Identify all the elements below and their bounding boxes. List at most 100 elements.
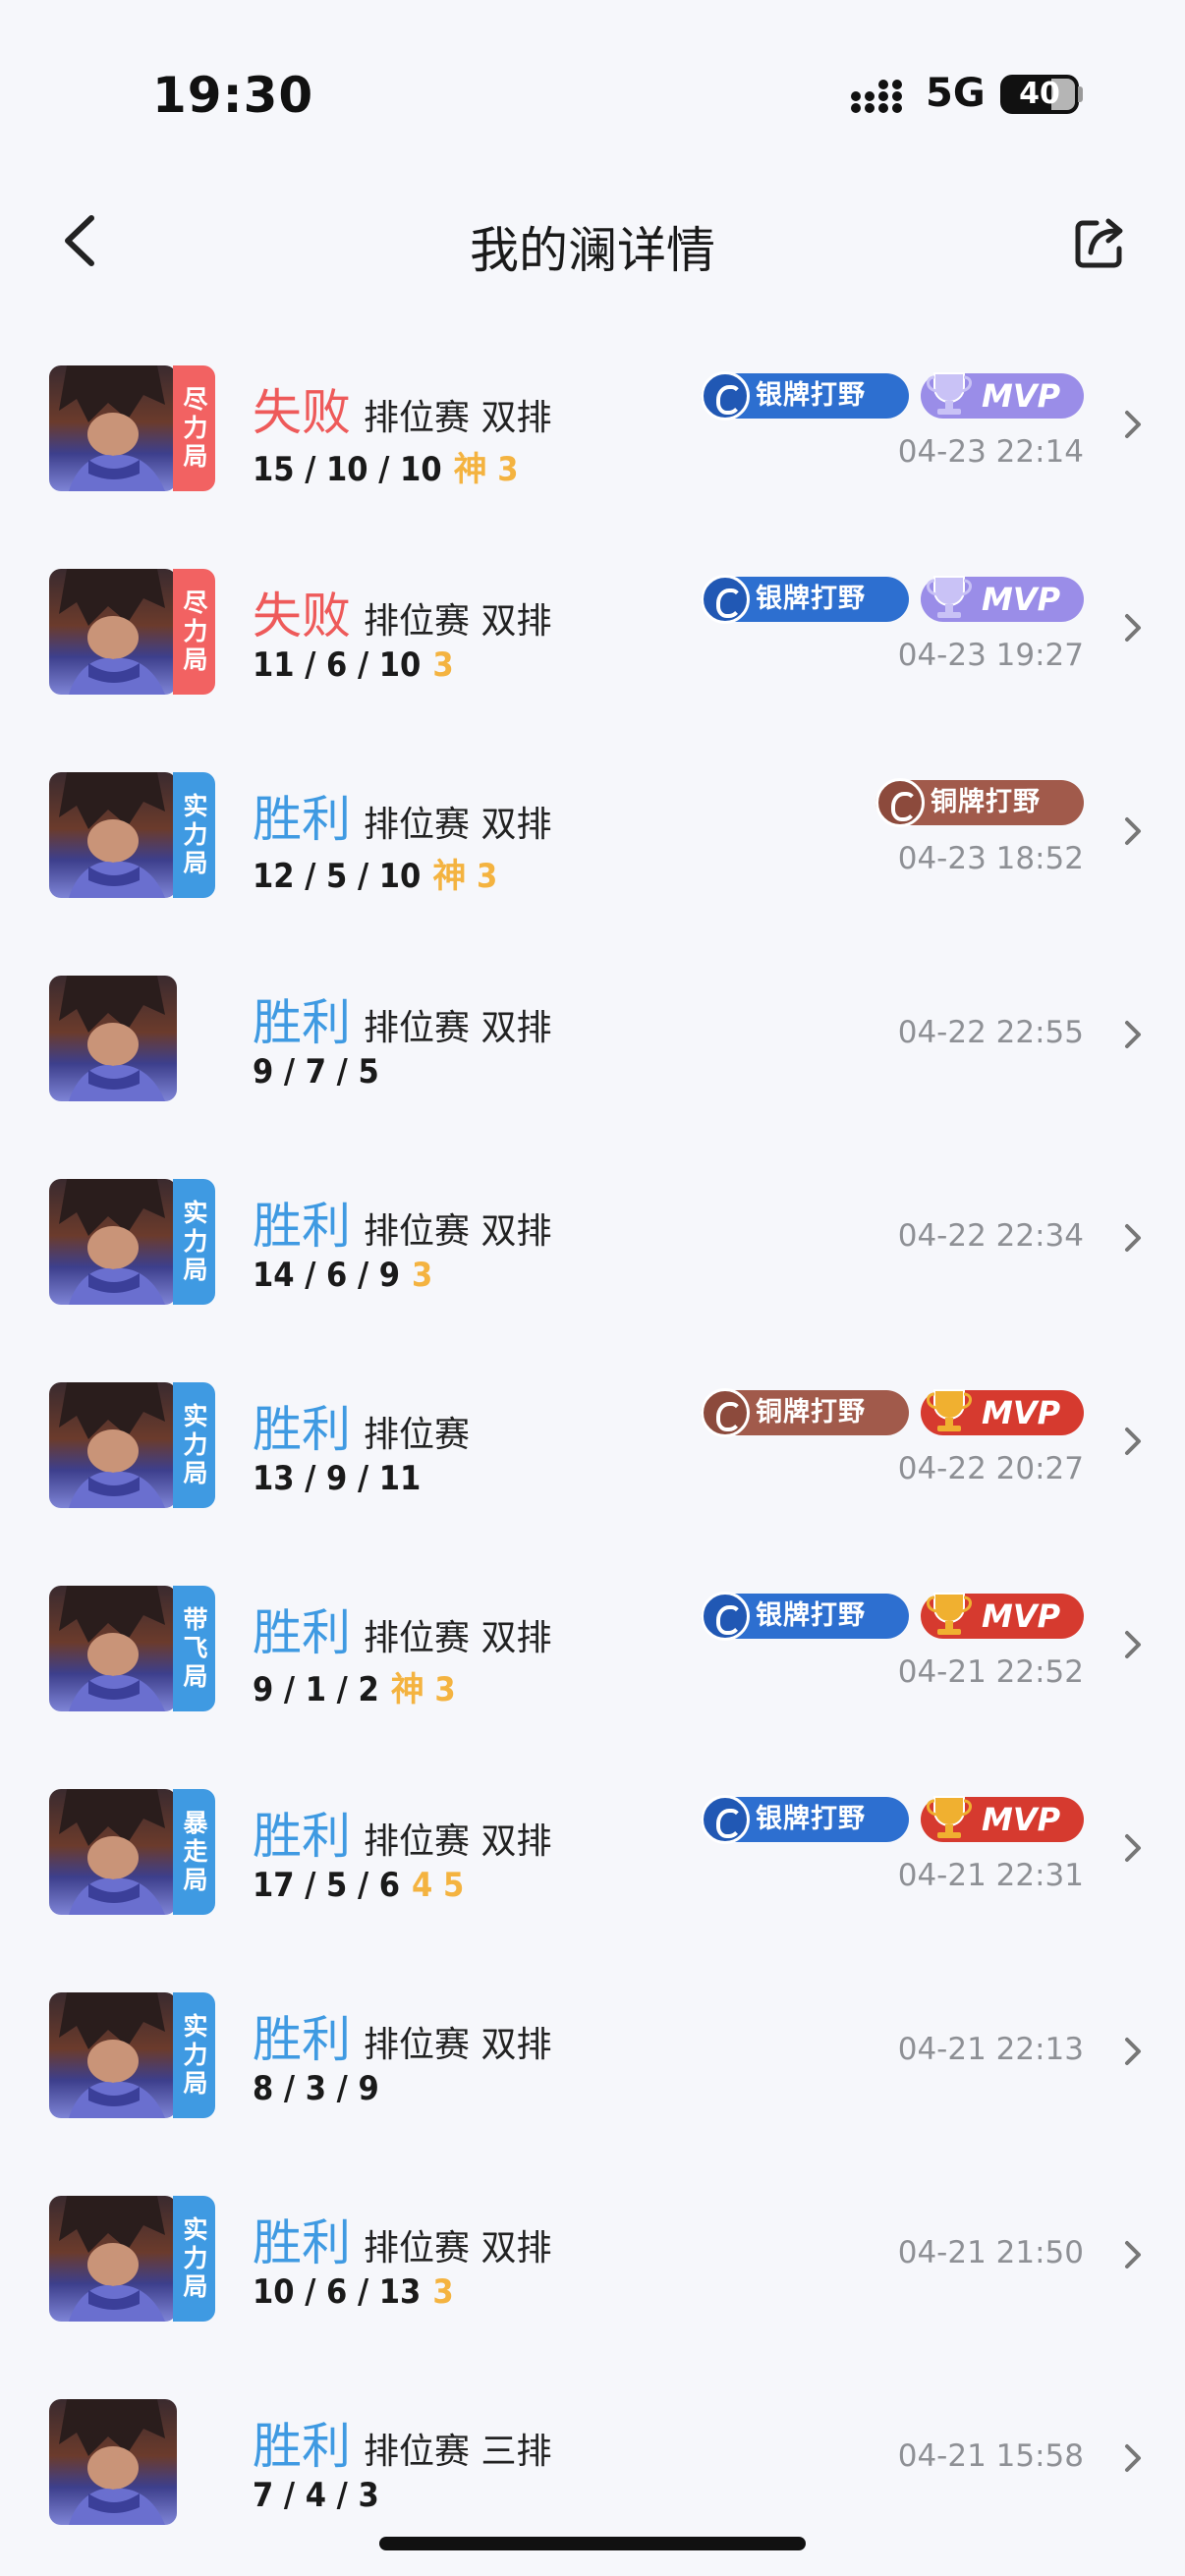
kill-streak-label: 神 3 xyxy=(432,857,498,896)
kill-streak-label: 4 5 xyxy=(412,1866,465,1905)
performance-tag: 带飞局 xyxy=(173,1586,215,1711)
match-result: 胜利 xyxy=(253,1401,351,1458)
hero-avatar xyxy=(49,2399,177,2525)
hero-avatar xyxy=(49,569,177,695)
jungle-rank-badge: 银牌打野 xyxy=(701,371,909,420)
hero-avatar xyxy=(49,772,177,898)
hero-avatar xyxy=(49,1382,177,1508)
match-row[interactable]: 胜利 排位赛 三排 7 / 4 / 3 04-21 15:58 xyxy=(0,2358,1185,2561)
status-time: 19:30 xyxy=(152,67,314,124)
kill-streak-label: 3 xyxy=(412,1256,433,1295)
kill-streak-label: 3 xyxy=(432,2272,454,2312)
badges: 铜牌打野 MVP xyxy=(701,1388,1084,1437)
match-time: 04-21 22:52 xyxy=(897,1654,1084,1690)
match-result: 胜利 xyxy=(253,791,351,848)
match-list: 尽力局 失败 排位赛 双排 15 / 10 / 10 神 3 银牌打野 MVP 04-23 … xyxy=(0,324,1185,2561)
chevron-right-icon[interactable] xyxy=(1118,812,1148,851)
match-mode: 排位赛 三排 xyxy=(364,2432,552,2472)
kda-stats: 11 / 6 / 10 3 xyxy=(253,645,454,685)
hero-avatar xyxy=(49,1992,177,2118)
chevron-right-icon[interactable] xyxy=(1118,2438,1148,2478)
match-mode: 排位赛 双排 xyxy=(364,1008,552,1048)
match-row[interactable]: 实力局 胜利 排位赛 双排 12 / 5 / 10 神 3 铜牌打野 04-23 18:52 xyxy=(0,731,1185,934)
kda-stats: 10 / 6 / 13 3 xyxy=(253,2272,454,2312)
chevron-right-icon[interactable] xyxy=(1118,1625,1148,1664)
kda-value: 11 / 6 / 10 xyxy=(253,645,422,685)
match-mode: 排位赛 双排 xyxy=(364,1211,552,1252)
performance-tag: 实力局 xyxy=(173,2196,215,2322)
dragon-emblem-icon xyxy=(701,371,750,420)
match-time: 04-21 21:50 xyxy=(897,2235,1084,2270)
jungle-rank-badge: 银牌打野 xyxy=(701,1795,909,1844)
match-row[interactable]: 尽力局 失败 排位赛 双排 15 / 10 / 10 神 3 银牌打野 MVP 04-23 … xyxy=(0,324,1185,528)
chevron-right-icon[interactable] xyxy=(1118,608,1148,647)
mvp-badge: MVP xyxy=(921,1389,1084,1435)
match-row[interactable]: 暴走局 胜利 排位赛 双排 17 / 5 / 6 4 5 银牌打野 MVP 04-21 22… xyxy=(0,1748,1185,1951)
performance-tag: 尽力局 xyxy=(173,569,215,695)
trophy-icon xyxy=(927,372,972,415)
match-row[interactable]: 实力局 胜利 排位赛 双排 14 / 6 / 9 3 04-22 22:34 xyxy=(0,1138,1185,1341)
match-row[interactable]: 实力局 胜利 排位赛 双排 8 / 3 / 9 04-21 22:13 xyxy=(0,1951,1185,2155)
performance-tag: 实力局 xyxy=(173,1992,215,2118)
match-time: 04-21 15:58 xyxy=(897,2438,1084,2474)
mvp-badge: MVP xyxy=(921,576,1084,622)
hero-avatar xyxy=(49,976,177,1101)
match-mode: 排位赛 双排 xyxy=(364,601,552,642)
match-row[interactable]: 带飞局 胜利 排位赛 双排 9 / 1 / 2 神 3 银牌打野 MVP 04-21 22:… xyxy=(0,1544,1185,1748)
hero-avatar xyxy=(49,1789,177,1915)
match-time: 04-22 22:34 xyxy=(897,1218,1084,1254)
kda-stats: 9 / 1 / 2 神 3 xyxy=(253,1662,456,1710)
chevron-right-icon[interactable] xyxy=(1118,1422,1148,1461)
match-time: 04-23 19:27 xyxy=(897,638,1084,673)
kda-value: 17 / 5 / 6 xyxy=(253,1866,401,1905)
match-result: 胜利 xyxy=(253,1808,351,1865)
trophy-icon xyxy=(927,1593,972,1635)
kda-value: 12 / 5 / 10 xyxy=(253,857,422,896)
match-row[interactable]: 实力局 胜利 排位赛 双排 10 / 6 / 13 3 04-21 21:50 xyxy=(0,2155,1185,2358)
match-row[interactable]: 胜利 排位赛 双排 9 / 7 / 5 04-22 22:55 xyxy=(0,934,1185,1138)
match-mode: 排位赛 双排 xyxy=(364,2228,552,2268)
network-type: 5G xyxy=(926,71,986,116)
match-result: 胜利 xyxy=(253,994,351,1051)
match-mode: 排位赛 双排 xyxy=(364,398,552,438)
kda-stats: 12 / 5 / 10 神 3 xyxy=(253,849,497,897)
match-mode: 排位赛 双排 xyxy=(364,1821,552,1862)
battery-icon: 40 xyxy=(1000,75,1079,114)
kda-stats: 13 / 9 / 11 xyxy=(253,1459,421,1498)
match-row[interactable]: 尽力局 失败 排位赛 双排 11 / 6 / 10 3 银牌打野 MVP 04-23 19:… xyxy=(0,528,1185,731)
match-time: 04-21 22:13 xyxy=(897,2032,1084,2067)
chevron-right-icon[interactable] xyxy=(1118,1218,1148,1258)
performance-tag: 实力局 xyxy=(173,1382,215,1508)
chevron-right-icon[interactable] xyxy=(1118,2032,1148,2071)
match-time: 04-23 22:14 xyxy=(897,434,1084,470)
trophy-icon xyxy=(927,576,972,618)
chevron-right-icon[interactable] xyxy=(1118,405,1148,444)
kda-value: 10 / 6 / 13 xyxy=(253,2272,422,2312)
home-indicator xyxy=(379,2537,806,2550)
match-result: 胜利 xyxy=(253,1198,351,1255)
share-icon[interactable] xyxy=(1071,211,1132,272)
mvp-badge: MVP xyxy=(921,1593,1084,1639)
match-row[interactable]: 实力局 胜利 排位赛 13 / 9 / 11 铜牌打野 MVP 04-22 20:27 xyxy=(0,1341,1185,1544)
dragon-emblem-icon xyxy=(875,778,925,827)
performance-tag: 实力局 xyxy=(173,1179,215,1305)
kda-value: 8 / 3 / 9 xyxy=(253,2069,379,2108)
hero-avatar xyxy=(49,1179,177,1305)
chevron-right-icon[interactable] xyxy=(1118,1015,1148,1054)
trophy-icon xyxy=(927,1389,972,1431)
match-result: 胜利 xyxy=(253,1604,351,1661)
kda-value: 13 / 9 / 11 xyxy=(253,1459,422,1498)
kda-stats: 9 / 7 / 5 xyxy=(253,1052,379,1092)
badges: 铜牌打野 xyxy=(875,778,1084,827)
jungle-rank-badge: 铜牌打野 xyxy=(875,778,1084,827)
match-result: 失败 xyxy=(253,588,351,644)
match-time: 04-22 20:27 xyxy=(897,1451,1084,1486)
match-time: 04-22 22:55 xyxy=(897,1015,1084,1050)
kill-streak-label: 神 3 xyxy=(390,1670,456,1709)
page-title: 我的澜详情 xyxy=(470,222,715,279)
chevron-right-icon[interactable] xyxy=(1118,2235,1148,2274)
trophy-icon xyxy=(927,1796,972,1838)
chevron-right-icon[interactable] xyxy=(1118,1828,1148,1868)
kda-value: 15 / 10 / 10 xyxy=(253,450,442,489)
kda-stats: 7 / 4 / 3 xyxy=(253,2476,379,2515)
